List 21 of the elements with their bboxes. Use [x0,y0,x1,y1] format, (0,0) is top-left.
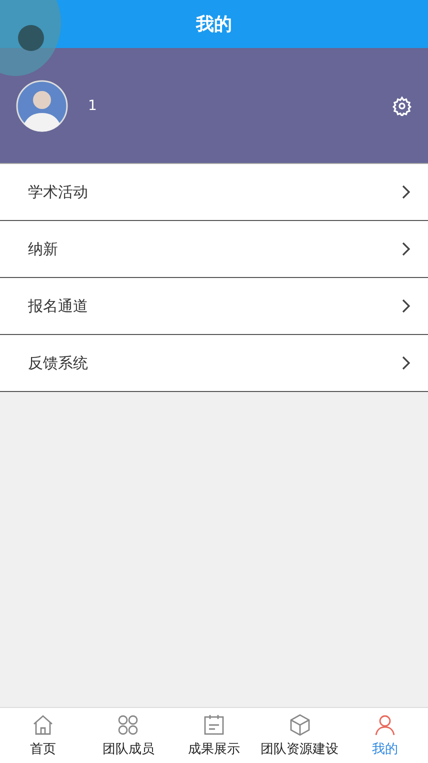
tab-item[interactable]: 团队资源建设 [256,708,342,763]
menu-item[interactable]: 反馈系统 [0,335,428,392]
chevron-right-icon [400,242,412,256]
tab-item[interactable]: 我的 [342,708,428,763]
avatar-icon [16,80,68,132]
tab-item[interactable]: 成果展示 [171,708,257,763]
chevron-right-icon [400,299,412,313]
chevron-right-icon [400,185,412,199]
user-icon [373,713,398,737]
cube-icon [288,713,312,737]
page-title: 我的 [196,13,232,36]
chevron-right-icon [400,356,412,370]
settings-icon[interactable] [392,96,412,116]
menu-item[interactable]: 学术活动 [0,164,428,221]
calendar-icon [202,713,226,737]
tab-item[interactable]: 首页 [0,708,86,763]
tab-item[interactable]: 团队成员 [86,708,172,763]
menu-item[interactable]: 纳新 [0,221,428,278]
user-name: 1 [88,98,98,114]
four-circles-icon [116,713,140,737]
menu-item[interactable]: 报名通道 [0,278,428,335]
